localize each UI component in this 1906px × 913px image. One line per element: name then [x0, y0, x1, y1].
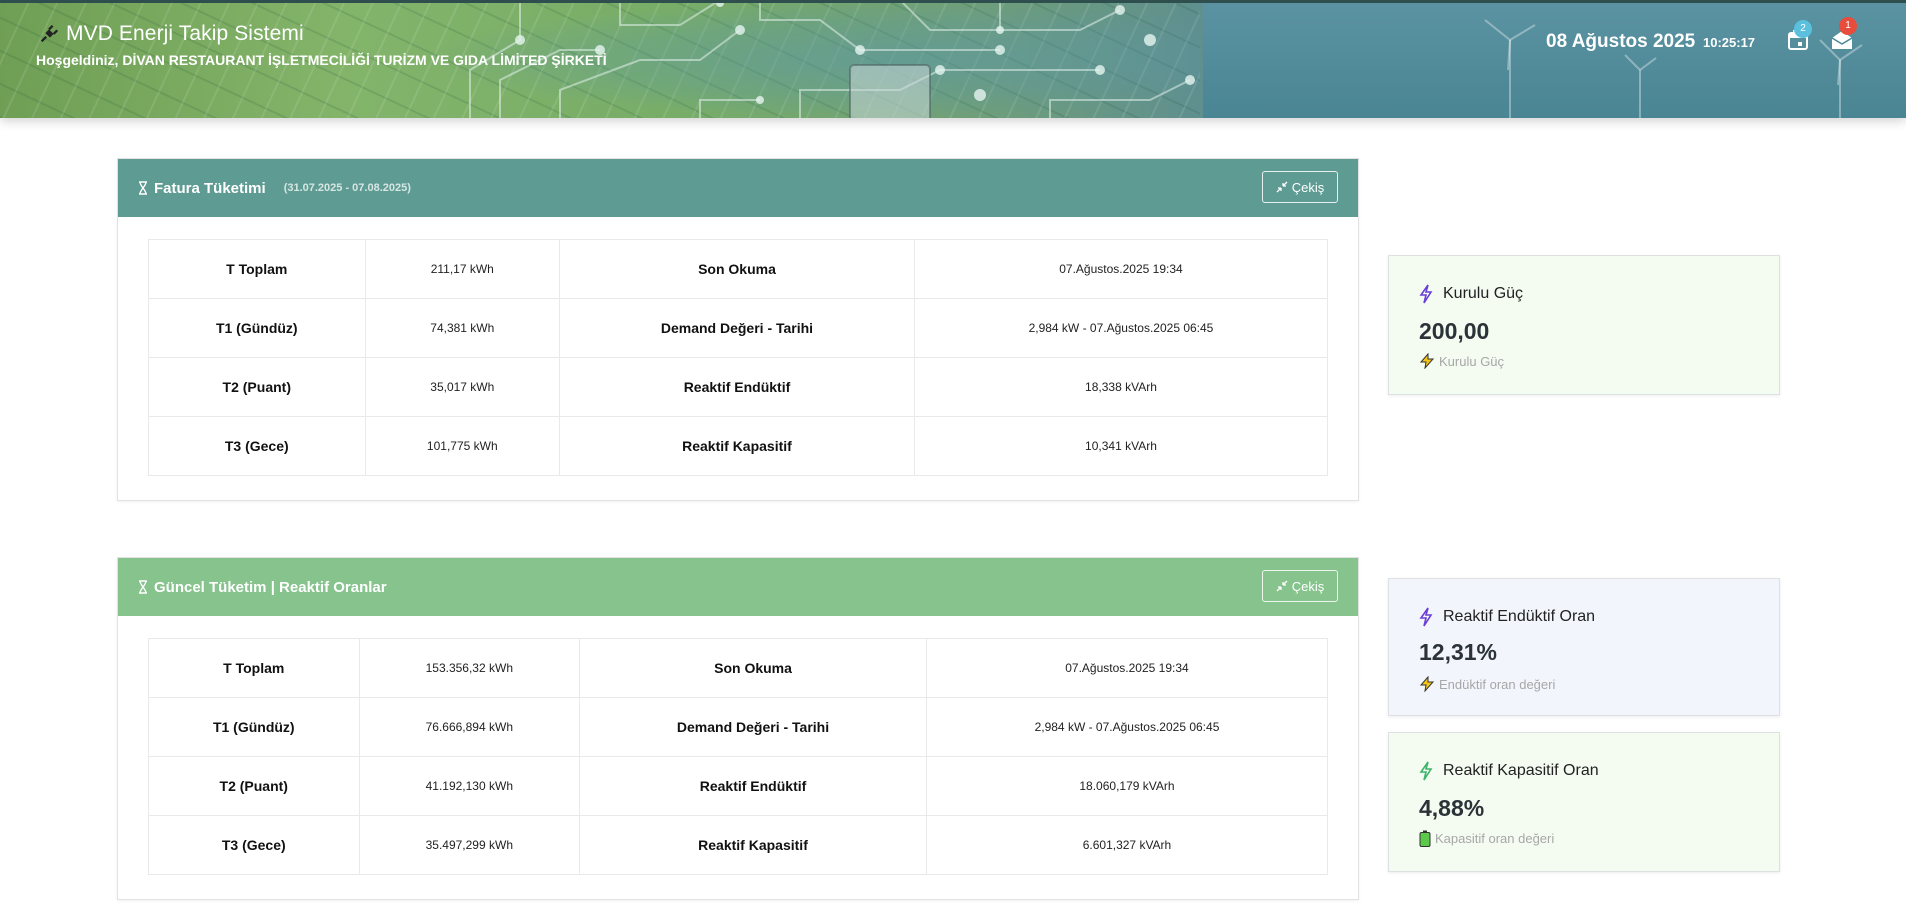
mail-button[interactable]: 1 — [1830, 17, 1857, 54]
invoice-fetch-label: Çekiş — [1291, 179, 1325, 195]
table-row: T1 (Gündüz) 76.666,894 kWh Demand Değeri -… — [148, 697, 1329, 757]
compress-icon — [1276, 580, 1288, 592]
top-banner: MVD Enerji Takip Sistemi Hoşgeldiniz, Dİ… — [0, 0, 1906, 118]
row-value: 2,984 kW - 07.Ağustos.2025 06:45 — [925, 697, 1329, 757]
bolt-icon — [1419, 761, 1433, 781]
row-label: Reaktif Endüktif — [559, 357, 915, 417]
lightning-icon — [1419, 353, 1435, 369]
welcome-text: Hoşgeldiniz, DİVAN RESTAURANT İŞLETMECİL… — [36, 52, 607, 68]
mail-badge: 1 — [1839, 17, 1857, 35]
invoice-card-title: Fatura Tüketimi — [154, 179, 266, 197]
row-value: 153.356,32 kWh — [358, 638, 581, 698]
inductive-ratio-value: 12,31% — [1419, 639, 1498, 665]
invoice-card-header: Fatura Tüketimi (31.07.2025 - 07.08.2025… — [118, 159, 1358, 217]
row-label: Reaktif Endüktif — [579, 756, 927, 816]
table-row: T2 (Puant) 35,017 kWh Reaktif Endüktif 18,3… — [148, 357, 1329, 417]
installed-power-value: 200,00 — [1419, 318, 1490, 344]
current-fetch-label: Çekiş — [1291, 578, 1325, 594]
row-label: Reaktif Kapasitif — [559, 416, 915, 476]
plug-icon — [40, 24, 59, 43]
capacitive-ratio-note: Kapasitif oran değeri — [1435, 831, 1555, 846]
current-card-title: Güncel Tüketim | Reaktif Oranlar — [154, 578, 387, 596]
app-title: MVD Enerji Takip Sistemi — [66, 22, 304, 45]
table-row: T Toplam 211,17 kWh Son Okuma 07.Ağustos.20… — [148, 239, 1329, 299]
installed-power-note: Kurulu Güç — [1439, 353, 1505, 369]
row-value: 76.666,894 kWh — [358, 697, 581, 757]
row-label: T Toplam — [148, 638, 360, 698]
row-value: 101,775 kWh — [364, 416, 561, 476]
installed-power-box: Kurulu Güç 200,00 Kurulu Güç — [1388, 255, 1780, 395]
current-fetch-button[interactable]: Çekiş — [1262, 570, 1338, 602]
row-value: 07.Ağustos.2025 19:34 — [925, 638, 1329, 698]
calendar-button[interactable]: 2 — [1786, 20, 1812, 54]
capacitive-ratio-title: Reaktif Kapasitif Oran — [1443, 762, 1599, 779]
row-value: 18,338 kVArh — [913, 357, 1329, 417]
row-value: 18.060,179 kVArh — [925, 756, 1329, 816]
capacitive-ratio-value: 4,88% — [1419, 795, 1485, 821]
hourglass-icon — [139, 181, 147, 195]
inductive-ratio-note: Endüktif oran değeri — [1439, 676, 1556, 692]
current-date: 08 Ağustos 2025 — [1546, 31, 1696, 52]
row-value: 35.497,299 kWh — [358, 815, 581, 875]
row-label: Son Okuma — [579, 638, 927, 698]
bolt-icon — [1419, 284, 1433, 304]
row-label: T2 (Puant) — [148, 357, 366, 417]
calendar-badge: 2 — [1794, 20, 1812, 38]
invoice-fetch-button[interactable]: Çekiş — [1262, 171, 1338, 203]
lightning-icon — [1419, 676, 1435, 692]
hourglass-icon — [139, 580, 147, 594]
row-value: 41.192,130 kWh — [358, 756, 581, 816]
row-value: 07.Ağustos.2025 19:34 — [913, 239, 1329, 299]
row-label: Demand Değeri - Tarihi — [559, 298, 915, 358]
battery-icon — [1419, 830, 1431, 847]
current-card-header: Güncel Tüketim | Reaktif Oranlar Çekiş — [118, 558, 1358, 616]
capacitive-ratio-box: Reaktif Kapasitif Oran 4,88% Kapasitif o… — [1388, 732, 1780, 872]
row-label: T3 (Gece) — [148, 416, 366, 476]
row-label: Son Okuma — [559, 239, 915, 299]
row-label: T2 (Puant) — [148, 756, 360, 816]
installed-power-title: Kurulu Güç — [1443, 285, 1524, 302]
inductive-ratio-title: Reaktif Endüktif Oran — [1443, 608, 1596, 625]
row-label: T Toplam — [148, 239, 366, 299]
row-value: 74,381 kWh — [364, 298, 561, 358]
row-label: T1 (Gündüz) — [148, 697, 360, 757]
row-value: 211,17 kWh — [364, 239, 561, 299]
inductive-ratio-box: Reaktif Endüktif Oran 12,31% Endüktif or… — [1388, 578, 1780, 716]
row-label: T3 (Gece) — [148, 815, 360, 875]
compress-icon — [1276, 181, 1288, 193]
current-time: 10:25:17 — [1703, 35, 1756, 50]
table-row: T1 (Gündüz) 74,381 kWh Demand Değeri - Tar… — [148, 298, 1329, 358]
invoice-table: T Toplam 211,17 kWh Son Okuma 07.Ağustos.20… — [148, 239, 1329, 476]
current-consumption-card: Güncel Tüketim | Reaktif Oranlar Çekiş T… — [117, 557, 1359, 900]
invoice-consumption-card: Fatura Tüketimi (31.07.2025 - 07.08.2025… — [117, 158, 1359, 501]
table-row: T Toplam 153.356,32 kWh Son Okuma 07.Ağusto… — [148, 638, 1329, 698]
invoice-period: (31.07.2025 - 07.08.2025) — [283, 182, 411, 194]
row-value: 10,341 kVArh — [913, 416, 1329, 476]
row-label: Demand Değeri - Tarihi — [579, 697, 927, 757]
bolt-icon — [1419, 607, 1433, 627]
table-row: T3 (Gece) 101,775 kWh Reaktif Kapasitif 10,… — [148, 416, 1329, 476]
app-brand[interactable]: MVD Enerji Takip Sistemi — [38, 22, 304, 46]
table-row: T3 (Gece) 35.497,299 kWh Reaktif Kapasitif… — [148, 815, 1329, 875]
current-table: T Toplam 153.356,32 kWh Son Okuma 07.Ağusto… — [148, 638, 1329, 875]
row-value: 6.601,327 kVArh — [925, 815, 1329, 875]
row-value: 2,984 kW - 07.Ağustos.2025 06:45 — [913, 298, 1329, 358]
row-label: T1 (Gündüz) — [148, 298, 366, 358]
row-value: 35,017 kWh — [364, 357, 561, 417]
row-label: Reaktif Kapasitif — [579, 815, 927, 875]
table-row: T2 (Puant) 41.192,130 kWh Reaktif Endüktif… — [148, 756, 1329, 816]
